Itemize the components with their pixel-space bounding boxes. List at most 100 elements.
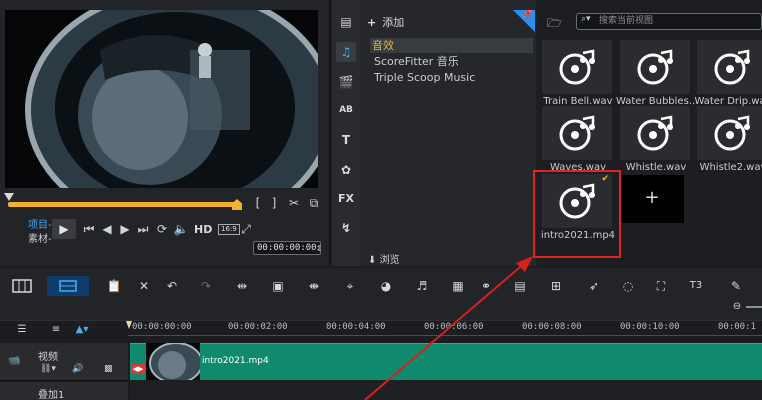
instant-project-icon[interactable]: 🎬 — [336, 72, 356, 92]
player-panel: [ ] ✂ ⧉ 项目- 素材- ▶ ⏮ ◀ ▶ ⏭ ⟳ 🔈 HD 16:9 ⤢ … — [0, 0, 330, 266]
multi-trim-icon[interactable]: ▤ — [510, 277, 530, 295]
graphics-icon[interactable]: ✿ — [336, 160, 356, 180]
ruler-tick: 00:00:08:00 — [522, 322, 582, 332]
thumb-whistle[interactable]: Whistle.wav — [620, 106, 690, 173]
timecode-stepper[interactable]: ⇕ — [310, 240, 328, 258]
library-folders: + 添加 📌 音效 ScoreFitter 音乐 Triple Scoop Mus… — [360, 0, 536, 266]
add-folder-button[interactable]: + 添加 — [367, 14, 404, 30]
plus-icon: + — [367, 16, 377, 29]
ripple-icon[interactable]: ▩ — [104, 364, 113, 374]
3d-title-icon[interactable]: T3 — [686, 277, 706, 295]
scrub-bar[interactable] — [8, 202, 240, 207]
mask-creator-icon[interactable]: ◌ — [618, 277, 638, 295]
tools-icon[interactable]: ✕ — [134, 277, 154, 295]
time-remap-icon[interactable]: ➶ — [584, 277, 604, 295]
track-name: 叠加1 — [38, 390, 65, 400]
folder-item-triple-scoop[interactable]: Triple Scoop Music — [372, 70, 532, 85]
thumb-train-bell[interactable]: Train Bell.wav — [542, 40, 613, 107]
transition-icon[interactable]: AB — [336, 100, 356, 120]
hd-toggle[interactable]: HD — [194, 223, 212, 236]
folder-icon[interactable]: 🗁 — [547, 14, 562, 35]
title-icon[interactable]: T — [336, 130, 356, 150]
highlight-box — [533, 170, 621, 258]
record-capture-icon[interactable]: ▣ — [268, 277, 288, 295]
ruler-tick: 00:00:04:00 — [326, 322, 386, 332]
search-input[interactable]: 搜索当前视图 — [576, 13, 762, 30]
mute-icon[interactable]: 🔊 — [72, 364, 83, 374]
thumb-whistle2[interactable]: Whistle2.wav — [697, 106, 762, 173]
audio-file-icon — [697, 106, 762, 160]
library-toolbar: ▤ ♫ 🎬 AB T ✿ FX ↯ — [332, 0, 360, 266]
ruler-tick: 00:00:00:00 — [132, 322, 192, 332]
audio-file-icon — [542, 106, 612, 160]
track-header-overlay[interactable]: 叠加1 — [0, 382, 128, 400]
video-preview — [5, 10, 318, 188]
add-media-tile[interactable]: + — [620, 175, 684, 223]
thumb-water-bubbles[interactable]: Water Bubbles... — [616, 40, 696, 107]
overlay-track-lane[interactable] — [130, 382, 762, 400]
motion-tracking-icon[interactable]: ⌖ — [340, 277, 360, 295]
audio-mixer-icon[interactable]: ♬ — [412, 277, 432, 295]
search-icon: ⌕▾ — [581, 14, 591, 24]
zoom-out-icon[interactable]: ⊖ — [727, 298, 747, 316]
trim-end-marker[interactable] — [232, 199, 242, 210]
split-icon[interactable]: ⇼ — [304, 277, 324, 295]
clip-marker-icon: ◀▶ — [131, 364, 145, 374]
cam-icon[interactable]: ⛶ — [651, 277, 671, 295]
clipboard-icon[interactable]: 📋 — [104, 277, 124, 295]
previous-frame-icon[interactable]: ◀ — [98, 220, 116, 238]
mark-out-icon[interactable]: ] — [265, 194, 283, 212]
repeat-icon[interactable]: ⟳ — [153, 220, 171, 238]
mode-project[interactable]: 项目- — [28, 216, 52, 231]
chapter-dropdown-icon[interactable]: ▲▾ — [72, 321, 92, 339]
mode-clip[interactable]: 素材- — [28, 230, 52, 245]
storyboard-view-icon[interactable] — [12, 277, 32, 295]
volume-icon[interactable]: 🔈 — [172, 220, 190, 238]
audio-file-icon — [620, 40, 690, 94]
add-label: 添加 — [382, 16, 405, 29]
audio-file-icon — [620, 106, 690, 160]
thumb-waves[interactable]: Waves.wav — [542, 106, 612, 173]
thumb-water-drip[interactable]: Water Drip.wav — [694, 40, 762, 107]
clip-thumbnail — [146, 343, 200, 380]
track-header-video[interactable]: 📹 视频 ⛓▾ 🔊 ▩ — [0, 343, 128, 381]
path-icon[interactable]: ↯ — [336, 218, 356, 238]
ruler-tick: 00:00:06:00 — [424, 322, 484, 332]
split-screen-icon[interactable]: ⊞ — [546, 277, 566, 295]
track-name: 视频 — [38, 352, 58, 363]
pin-icon[interactable]: 📌 — [513, 10, 535, 32]
timeline-view-button[interactable] — [47, 276, 89, 296]
home-icon[interactable]: ⏮ — [80, 220, 98, 238]
browse-button[interactable]: ⬇ 浏览 — [368, 251, 400, 266]
fit-project-icon[interactable]: ⇹ — [232, 277, 252, 295]
cut-icon[interactable]: ✂ — [285, 194, 303, 212]
media-icon[interactable]: ▤ — [336, 12, 356, 32]
video-track-icon: 📹 — [8, 355, 21, 366]
add-chapter-icon[interactable]: ≡ — [46, 321, 66, 339]
playhead-marker[interactable] — [4, 193, 14, 201]
next-frame-icon[interactable]: ▶ — [116, 220, 134, 238]
folder-item-scorefitter[interactable]: ScoreFitter 音乐 — [372, 54, 532, 69]
browse-label: 浏览 — [379, 255, 400, 266]
redo-icon[interactable]: ↷ — [196, 277, 216, 295]
ruler-tick: 00:00:10:00 — [620, 322, 680, 332]
browse-icon: ⬇ — [368, 255, 377, 266]
enlarge-icon[interactable]: ⤢ — [237, 220, 255, 238]
multi-camera-icon[interactable]: ⚭ — [476, 277, 496, 295]
link-icon[interactable]: ⛓▾ — [40, 364, 56, 374]
subtitle-editor-icon[interactable]: ▦ — [448, 277, 468, 295]
audio-file-icon — [697, 40, 762, 94]
ruler-tick: 00:00:1 — [718, 322, 756, 332]
color-grading-icon[interactable]: ◕ — [376, 277, 396, 295]
zoom-slider[interactable] — [746, 306, 762, 308]
highlight-icon[interactable]: ✎ — [726, 277, 746, 295]
filter-icon[interactable]: FX — [336, 189, 356, 209]
undo-icon[interactable]: ↶ — [162, 277, 182, 295]
track-manager-icon[interactable]: ☰ — [12, 321, 32, 339]
end-icon[interactable]: ⏭ — [134, 220, 152, 238]
folder-item-sound-effects[interactable]: 音效 — [370, 38, 533, 53]
ruler-line — [128, 335, 762, 336]
copy-frame-icon[interactable]: ⧉ — [305, 194, 323, 212]
audio-icon[interactable]: ♫ — [336, 42, 356, 62]
play-button[interactable]: ▶ — [52, 219, 76, 239]
